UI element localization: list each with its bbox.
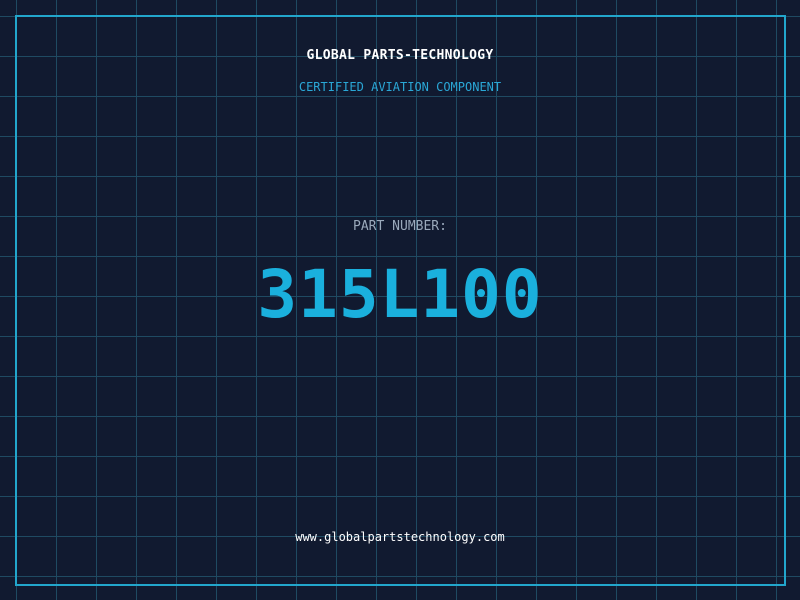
brand-subtitle: CERTIFIED AVIATION COMPONENT xyxy=(298,80,502,94)
website-url: www.globalpartstechnology.com xyxy=(295,530,505,544)
part-number-label: PART NUMBER: xyxy=(353,219,447,234)
part-number-value: 315L100 xyxy=(257,256,543,333)
brand-title: GLOBAL PARTS-TECHNOLOGY xyxy=(306,48,494,63)
